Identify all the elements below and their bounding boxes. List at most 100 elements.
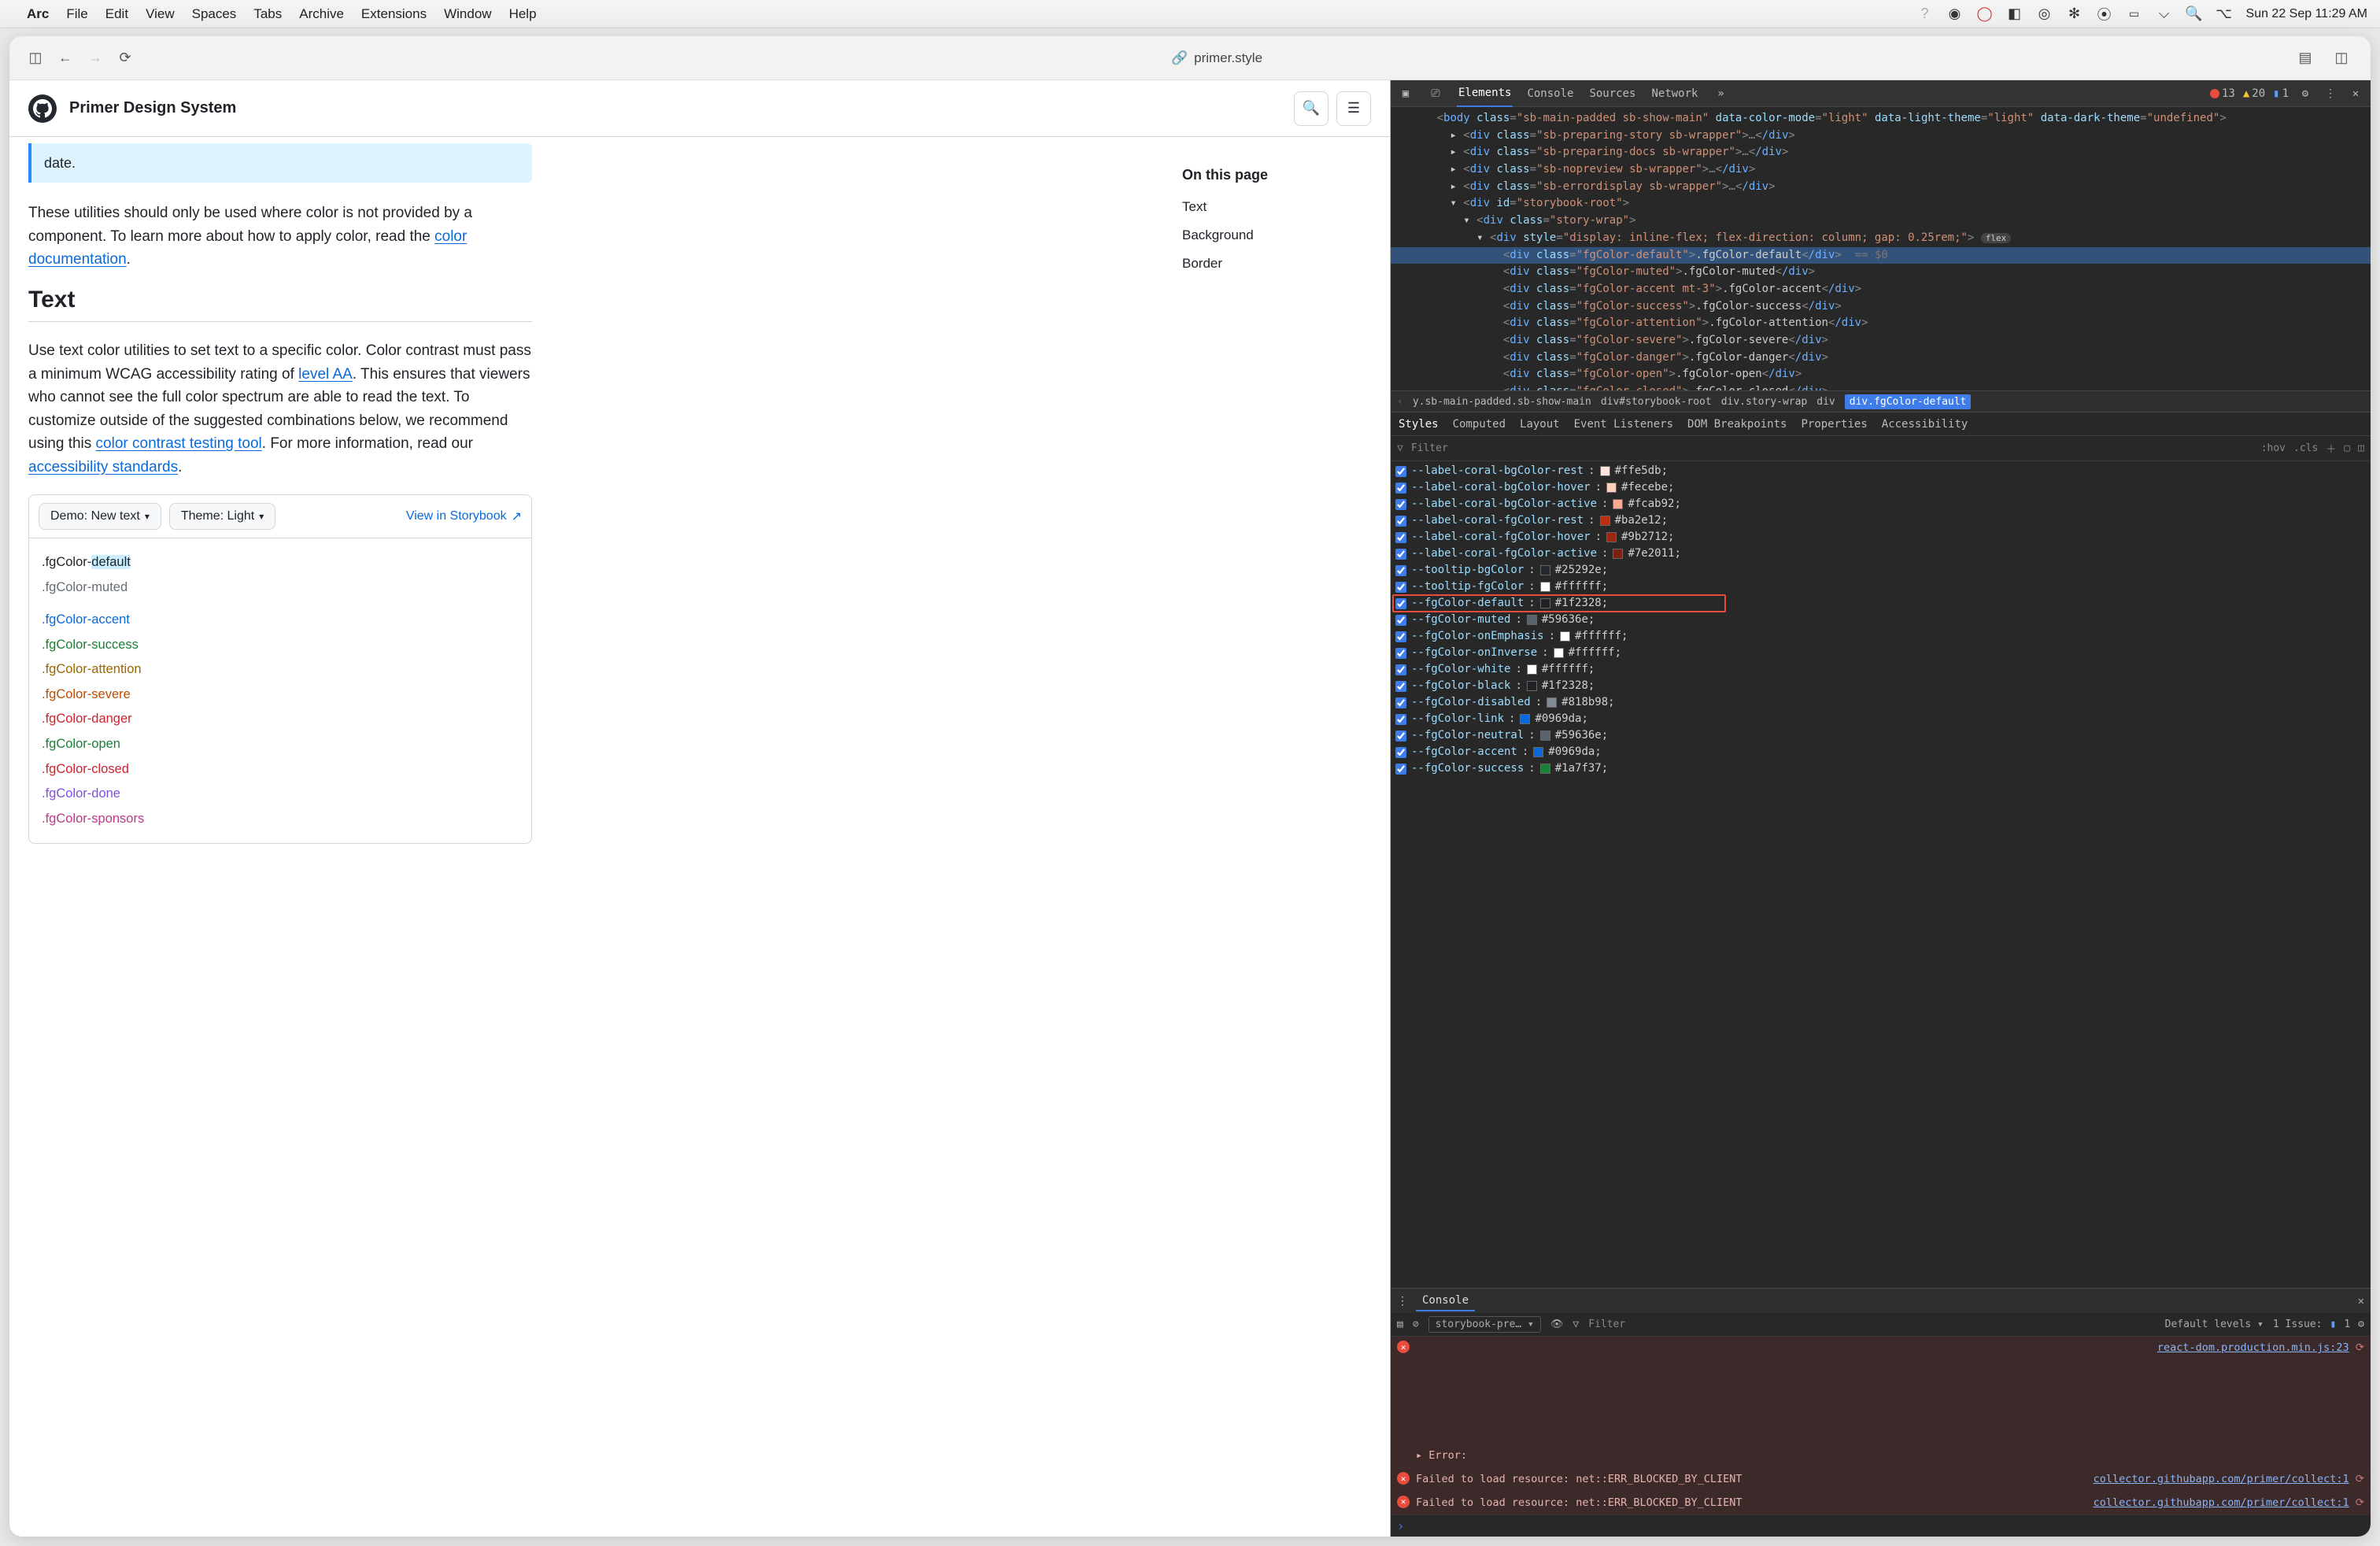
styles-tab-styles[interactable]: Styles [1399,418,1439,431]
github-logo-icon[interactable] [28,94,57,123]
back-icon[interactable]: ← [52,45,79,72]
console-context[interactable]: storybook-pre… ▾ [1428,1316,1541,1333]
forward-icon[interactable]: → [82,45,109,72]
menu-tabs[interactable]: Tabs [253,6,282,22]
css-var-row[interactable]: --label-coral-bgColor-rest: #ffe5db; [1391,463,2371,479]
kebab-icon[interactable]: ⋮ [2322,85,2339,102]
var-checkbox[interactable] [1395,565,1406,576]
styles-tab-layout[interactable]: Layout [1520,418,1560,431]
css-vars-list[interactable]: --label-coral-bgColor-rest: #ffe5db;--la… [1391,461,2371,1288]
sidebar-toggle-icon[interactable]: ◫ [22,45,49,72]
css-var-row[interactable]: --fgColor-disabled: #818b98; [1391,694,2371,711]
level-aa-link[interactable]: level AA [298,366,353,383]
menubar-clock[interactable]: Sun 22 Sep 11:29 AM [2246,7,2367,21]
storybook-link[interactable]: View in Storybook↗ [406,509,522,524]
var-checkbox[interactable] [1395,697,1406,708]
var-checkbox[interactable] [1395,532,1406,543]
status-app-icon[interactable]: ◉ [1947,6,1963,22]
menu-spaces[interactable]: Spaces [192,6,237,22]
var-checkbox[interactable] [1395,648,1406,659]
dom-breadcrumbs[interactable]: ‹ y.sb-main-padded.sb-show-main div#stor… [1391,390,2371,412]
menu-archive[interactable]: Archive [299,6,344,22]
crumb-active[interactable]: div.fgColor-default [1845,394,1972,409]
toc-text[interactable]: Text [1182,199,1371,215]
css-var-row[interactable]: --label-coral-fgColor-hover: #9b2712; [1391,529,2371,546]
menu-button[interactable]: ☰ [1336,91,1371,126]
menu-file[interactable]: File [66,6,87,22]
css-var-row[interactable]: --fgColor-neutral: #59636e; [1391,727,2371,744]
device-frame-icon[interactable]: ▢ [2344,442,2350,454]
css-var-row[interactable]: --label-coral-fgColor-active: #7e2011; [1391,546,2371,562]
addon-icon[interactable]: ▤ [2292,45,2319,72]
styles-tab-listeners[interactable]: Event Listeners [1574,418,1673,431]
issues-count[interactable]: 1 [2344,1319,2350,1330]
menu-extensions[interactable]: Extensions [361,6,427,22]
theme-select[interactable]: Theme: Light▾ [169,503,275,530]
css-var-row[interactable]: --fgColor-white: #ffffff; [1391,661,2371,678]
styles-tab-props[interactable]: Properties [1801,418,1867,431]
tab-console[interactable]: Console [1525,81,1575,106]
wifi-icon[interactable]: ⌵ [2156,6,2172,22]
gear-icon[interactable]: ⚙ [2297,85,2314,102]
battery-icon[interactable]: ▭ [2127,6,2142,22]
status-target-icon[interactable]: ◎ [2037,6,2053,22]
var-checkbox[interactable] [1395,598,1406,609]
inspect-icon[interactable]: ▣ [1397,85,1414,102]
css-var-row[interactable]: --fgColor-onInverse: #ffffff; [1391,645,2371,661]
var-checkbox[interactable] [1395,631,1406,642]
css-var-row[interactable]: --label-coral-bgColor-hover: #fecebe; [1391,479,2371,496]
panel-layout-icon[interactable]: ◫ [2358,442,2364,454]
crumb[interactable]: div.story-wrap [1721,396,1808,408]
console-error-row[interactable]: ✕Failed to load resource: net::ERR_BLOCK… [1391,1468,2371,1492]
status-help-icon[interactable]: ? [1917,6,1933,22]
console-source-link[interactable]: collector.githubapp.com/primer/collect:1 [2094,1496,2349,1511]
styles-tab-a11y[interactable]: Accessibility [1882,418,1968,431]
search-button[interactable]: 🔍 [1294,91,1329,126]
console-filter-input[interactable]: Filter [1588,1319,2155,1330]
status-knot-icon[interactable]: ✻ [2067,6,2082,22]
console-sidebar-icon[interactable]: ▤ [1397,1319,1403,1330]
status-record-icon[interactable]: ◯ [1977,6,1993,22]
console-prompt[interactable]: › [1391,1515,2371,1537]
console-kebab-icon[interactable]: ⋮ [1397,1295,1408,1307]
device-icon[interactable]: ⎚ [1427,85,1444,102]
menu-window[interactable]: Window [444,6,491,22]
css-var-row[interactable]: --tooltip-fgColor: #ffffff; [1391,579,2371,595]
hov-toggle[interactable]: :hov [2261,442,2286,454]
status-sidebar-icon[interactable]: ◧ [2007,6,2023,22]
status-play-icon[interactable]: ⦿ [2097,6,2112,22]
more-tabs-icon[interactable]: » [1712,85,1729,102]
demo-select[interactable]: Demo: New text▾ [39,503,161,530]
crumb-prev-icon[interactable]: ‹ [1397,396,1403,408]
console-clear-icon[interactable]: ⊘ [1413,1319,1419,1330]
tab-elements[interactable]: Elements [1457,80,1513,107]
crumb[interactable]: div [1816,396,1835,408]
split-icon[interactable]: ◫ [2328,45,2355,72]
var-checkbox[interactable] [1395,466,1406,477]
var-checkbox[interactable] [1395,764,1406,775]
menu-view[interactable]: View [146,6,175,22]
dom-tree[interactable]: <body class="sb-main-padded sb-show-main… [1391,107,2371,390]
a11y-standards-link[interactable]: accessibility standards [28,459,178,475]
css-var-row[interactable]: --tooltip-bgColor: #25292e; [1391,562,2371,579]
css-var-row[interactable]: --label-coral-bgColor-active: #fcab92; [1391,496,2371,512]
css-var-row[interactable]: --fgColor-accent: #0969da; [1391,744,2371,760]
tab-network[interactable]: Network [1650,81,1699,106]
app-name[interactable]: Arc [27,6,49,22]
tab-sources[interactable]: Sources [1587,81,1637,106]
var-checkbox[interactable] [1395,615,1406,626]
crumb[interactable]: y.sb-main-padded.sb-show-main [1413,396,1591,408]
toc-background[interactable]: Background [1182,227,1371,243]
close-devtools-icon[interactable]: ✕ [2347,85,2364,102]
var-checkbox[interactable] [1395,499,1406,510]
var-checkbox[interactable] [1395,681,1406,692]
spotlight-icon[interactable]: 🔍 [2186,6,2202,22]
console-source-link[interactable]: react-dom.production.min.js:23 [2157,1341,2349,1463]
console-close-icon[interactable]: ✕ [2358,1295,2364,1307]
contrast-tool-link[interactable]: color contrast testing tool [96,435,262,452]
console-gear-icon[interactable]: ⚙ [2358,1319,2364,1330]
var-checkbox[interactable] [1395,714,1406,725]
css-var-row[interactable]: --fgColor-link: #0969da; [1391,711,2371,727]
styles-tab-dombp[interactable]: DOM Breakpoints [1687,418,1787,431]
warning-count[interactable]: ▲20 [2243,87,2265,100]
